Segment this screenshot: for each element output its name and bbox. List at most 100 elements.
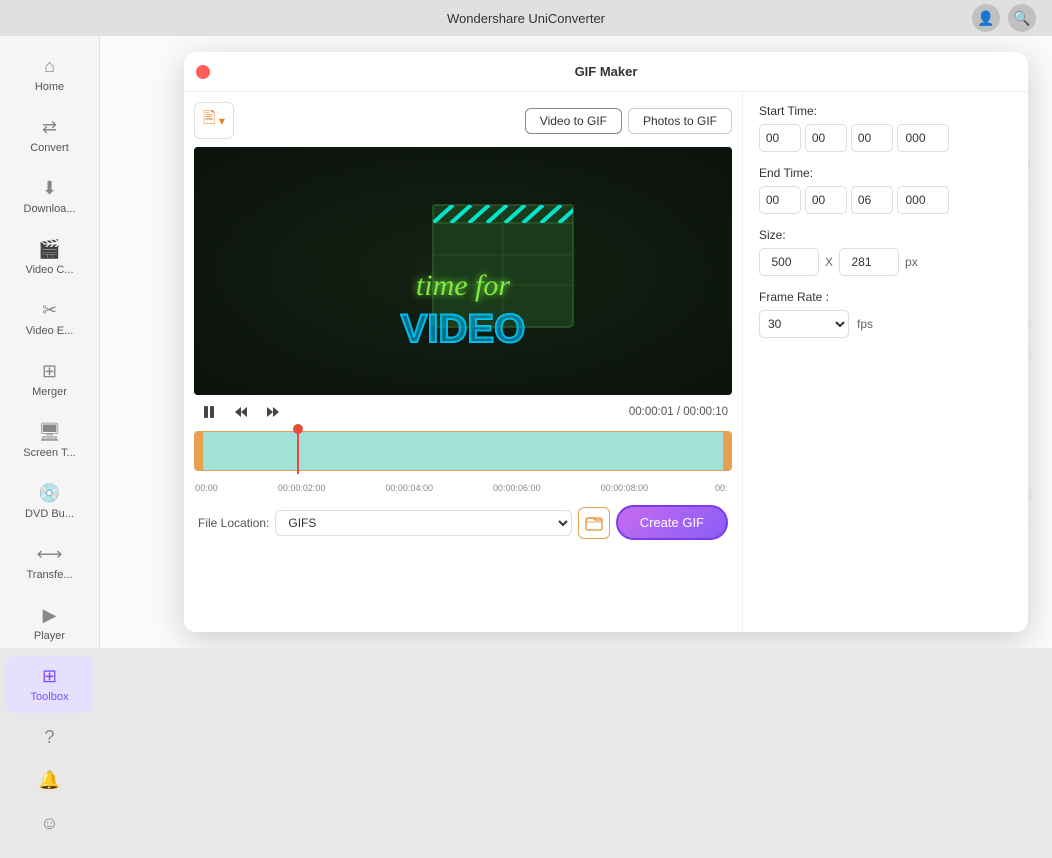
sidebar-item-profile[interactable]: ☺ [6, 803, 93, 844]
sidebar-item-bell[interactable]: 🔔 [6, 760, 93, 801]
start-hour-input[interactable] [759, 124, 801, 152]
start-minute-input[interactable] [805, 124, 847, 152]
player-icon: ▶ [43, 605, 57, 626]
create-gif-button[interactable]: Create GIF [616, 505, 728, 540]
dialog-title: GIF Maker [575, 64, 638, 79]
top-bar: Wondershare UniConverter 👤 🔍 [0, 0, 1052, 36]
size-group: Size: X px [759, 228, 1012, 276]
dvd-icon: 💿 [38, 483, 60, 504]
transfer-icon: ⟷ [37, 544, 63, 565]
size-px-label: px [905, 255, 918, 269]
sidebar-item-convert[interactable]: ⇄ Convert [6, 107, 93, 164]
sidebar-item-help[interactable]: ? [6, 717, 93, 758]
sidebar-item-label: Downloa... [24, 203, 76, 215]
end-minute-input[interactable] [805, 186, 847, 214]
ruler-marker-3: 00:00:06:00 [493, 483, 541, 493]
sidebar-item-label: Transfe... [26, 569, 72, 581]
frame-rate-group: Frame Rate : 10 15 20 24 25 30 60 fps [759, 290, 1012, 338]
video-preview: time for VIDEO VIDEO [194, 147, 732, 395]
sidebar-item-label: Convert [30, 142, 69, 154]
time-display: 00:00:01 / 00:00:10 [629, 406, 728, 418]
pause-button[interactable] [198, 401, 220, 423]
timeline-right-handle[interactable] [723, 432, 731, 470]
profile-icon: ☺ [40, 813, 58, 834]
size-width-input[interactable] [759, 248, 819, 276]
tab-video-to-gif[interactable]: Video to GIF [525, 108, 622, 134]
start-time-inputs [759, 124, 1012, 152]
add-file-chevron: ▾ [219, 114, 225, 128]
sidebar: ⌂ Home ⇄ Convert ⬇ Downloa... 🎬 Video C.… [0, 36, 100, 648]
browse-button[interactable] [578, 507, 610, 539]
add-file-icon: 🖹 [203, 107, 216, 134]
dialog-body: 🖹 ▾ Video to GIF Photos to GIF [184, 92, 1028, 632]
end-second-input[interactable] [851, 186, 893, 214]
video-panel: 🖹 ▾ Video to GIF Photos to GIF [184, 92, 742, 632]
mode-tabs: Video to GIF Photos to GIF [525, 108, 732, 134]
sidebar-item-toolbox[interactable]: ⊞ Toolbox [6, 656, 93, 713]
start-time-group: Start Time: [759, 104, 1012, 152]
end-time-inputs [759, 186, 1012, 214]
timeline-segment [195, 432, 731, 470]
timeline-playhead[interactable] [297, 424, 299, 474]
video-toolbar: 🖹 ▾ Video to GIF Photos to GIF [194, 102, 732, 139]
sidebar-item-transfer[interactable]: ⟷ Transfe... [6, 534, 93, 591]
sidebar-item-dvd[interactable]: 💿 DVD Bu... [6, 473, 93, 530]
sidebar-bottom: ? 🔔 ☺ [0, 715, 99, 858]
sidebar-item-label: Screen T... [23, 447, 75, 459]
download-icon: ⬇ [42, 178, 57, 199]
settings-panel: Start Time: End Time: [742, 92, 1028, 632]
sidebar-item-label: DVD Bu... [25, 508, 74, 520]
convert-icon: ⇄ [42, 117, 57, 138]
timeline-left-handle[interactable] [195, 432, 203, 470]
screen-icon: 🖥 [38, 422, 61, 443]
help-icon: ? [44, 727, 54, 748]
playback-controls: 00:00:01 / 00:00:10 [194, 395, 732, 429]
fps-row: 10 15 20 24 25 30 60 fps [759, 310, 1012, 338]
ruler-marker-0: 00:00:00:00 [194, 483, 218, 493]
sidebar-item-label: Video E... [26, 325, 74, 337]
video-canvas: time for VIDEO VIDEO [194, 147, 732, 395]
top-bar-controls: 👤 🔍 [972, 4, 1036, 32]
sidebar-item-home[interactable]: ⌂ Home [6, 46, 93, 103]
tab-photos-to-gif[interactable]: Photos to GIF [628, 108, 732, 134]
timeline-section: 00:00:00:00 00:00:02:00 00:00:04:00 00:0… [194, 431, 732, 493]
dialog-close-button[interactable] [196, 65, 210, 79]
sidebar-item-label: Player [34, 630, 65, 642]
toolbox-icon: ⊞ [42, 666, 57, 687]
home-icon: ⌂ [44, 56, 55, 77]
dialog-header: GIF Maker [184, 52, 1028, 92]
sidebar-item-download[interactable]: ⬇ Downloa... [6, 168, 93, 225]
sidebar-item-label: Video C... [25, 264, 73, 276]
end-hour-input[interactable] [759, 186, 801, 214]
user-icon[interactable]: 👤 [972, 4, 1000, 32]
end-ms-input[interactable] [897, 186, 949, 214]
size-x-label: X [825, 255, 833, 269]
add-file-button[interactable]: 🖹 ▾ [194, 102, 234, 139]
search-icon[interactable]: 🔍 [1008, 4, 1036, 32]
svg-text:time for: time for [416, 269, 510, 302]
forward-button[interactable] [262, 401, 284, 423]
start-second-input[interactable] [851, 124, 893, 152]
fps-select[interactable]: 10 15 20 24 25 30 60 [759, 310, 849, 338]
timeline-track[interactable] [194, 431, 732, 471]
sidebar-item-videoe[interactable]: ✂ Video E... [6, 290, 93, 347]
ruler-marker-4: 00:00:08:00 [601, 483, 649, 493]
size-height-input[interactable] [839, 248, 899, 276]
sidebar-item-videoc[interactable]: 🎬 Video C... [6, 229, 93, 286]
ruler-marker-5: 00: [715, 483, 728, 493]
gif-maker-dialog: GIF Maker 🖹 ▾ Video to GIF Photos to GIF [184, 52, 1028, 632]
svg-text:VIDEO: VIDEO [401, 307, 525, 351]
start-time-label: Start Time: [759, 104, 1012, 118]
videoc-icon: 🎬 [38, 239, 60, 260]
rewind-button[interactable] [230, 401, 252, 423]
app-title: Wondershare UniConverter [447, 11, 605, 26]
ruler-marker-2: 00:00:04:00 [385, 483, 433, 493]
sidebar-item-player[interactable]: ▶ Player [6, 595, 93, 652]
sidebar-item-screen[interactable]: 🖥 Screen T... [6, 412, 93, 469]
fps-unit-label: fps [857, 317, 873, 331]
file-location-select[interactable]: GIFS Desktop Documents Downloads [275, 510, 571, 536]
main-content: or rmarks. ata etadata t and rvices. GIF… [100, 36, 1052, 648]
end-time-group: End Time: [759, 166, 1012, 214]
start-ms-input[interactable] [897, 124, 949, 152]
sidebar-item-merger[interactable]: ⊞ Merger [6, 351, 93, 408]
